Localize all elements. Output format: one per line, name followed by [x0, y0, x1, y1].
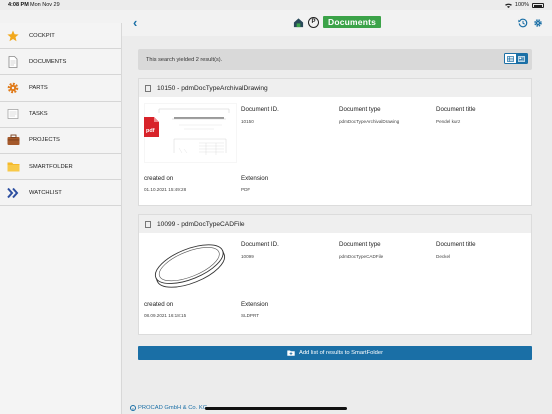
- sidebar-item-watchlist[interactable]: WATCHLIST: [0, 180, 121, 207]
- card-header: 10150 - pdmDocTypeArchivalDrawing: [139, 79, 531, 97]
- card-title: 10150 - pdmDocTypeArchivalDrawing: [157, 84, 268, 92]
- battery-percent: 100%: [514, 2, 529, 8]
- home-icon[interactable]: [293, 17, 304, 28]
- pdf-drawing-thumbnail[interactable]: pdf: [144, 103, 237, 163]
- nav-title-group: P Documents: [293, 16, 382, 28]
- view-toggle: [504, 53, 528, 64]
- document-id-label: Document ID.: [241, 106, 279, 113]
- home-indicator[interactable]: [205, 407, 347, 410]
- result-card[interactable]: 10099 - pdmDocTypeCADFile Document ID. 1…: [138, 214, 532, 335]
- cad-disc-thumbnail[interactable]: [144, 238, 237, 294]
- add-to-smartfolder-label: Add list of results to SmartFolder: [298, 350, 384, 356]
- sidebar-item-projects[interactable]: PROJECTS: [0, 128, 121, 154]
- pdf-badge-text: pdf: [146, 128, 155, 134]
- sidebar-item-label: SMARTFOLDER: [29, 163, 73, 170]
- back-button[interactable]: ‹: [133, 16, 145, 30]
- sidebar-item-cockpit[interactable]: COCKPIT: [0, 23, 121, 50]
- add-to-smartfolder-button[interactable]: Add list of results to SmartFolder: [138, 346, 532, 360]
- document-type-label: Document type: [339, 106, 381, 113]
- folder-icon: [6, 160, 20, 174]
- document-icon: [6, 55, 20, 69]
- extension-label: Extension: [241, 301, 269, 308]
- grid-list-icon: [507, 55, 514, 62]
- sidebar-item-label: WATCHLIST: [29, 189, 62, 196]
- result-card[interactable]: 10150 - pdmDocTypeArchivalDrawing pdf Do…: [138, 78, 532, 206]
- folder-plus-icon: [287, 350, 295, 356]
- double-chevron-icon: [6, 186, 20, 200]
- status-bar: 4:08 PM Mon Nov 29 100%: [0, 0, 552, 10]
- nav-actions: [518, 18, 543, 28]
- sidebar-item-label: TASKS: [29, 111, 48, 118]
- sidebar-item-smartfolder[interactable]: SMARTFOLDER: [0, 154, 121, 181]
- status-date: Mon Nov 29: [30, 2, 60, 8]
- sidebar-item-documents[interactable]: DOCUMENTS: [0, 49, 121, 76]
- battery-icon: [532, 2, 544, 8]
- history-icon[interactable]: [518, 18, 528, 28]
- extension-value: SLDPRT: [241, 313, 260, 318]
- gear-icon: [6, 81, 20, 95]
- sidebar-item-tasks[interactable]: TASKS: [0, 102, 121, 128]
- document-type-label: Document type: [339, 241, 381, 248]
- document-type-value: pdmDocTypeArchivalDrawing: [339, 119, 400, 124]
- page-title: Documents: [323, 16, 382, 28]
- created-on-label: created on: [144, 301, 174, 308]
- sidebar-item-label: COCKPIT: [29, 32, 55, 39]
- document-id-value: 10099: [241, 254, 254, 259]
- sidebar-item-label: DOCUMENTS: [29, 58, 67, 65]
- created-on-value: 01.10.2021 15:49:28: [144, 187, 187, 192]
- briefcase-icon: [6, 133, 20, 147]
- document-title-value: Deckel: [436, 254, 451, 259]
- status-right: 100%: [504, 2, 544, 8]
- card-view-button[interactable]: [516, 54, 527, 63]
- created-on-label: created on: [144, 175, 174, 182]
- p-circle-icon[interactable]: P: [308, 16, 319, 28]
- result-summary-text: This search yielded 2 result(s).: [146, 57, 223, 63]
- document-icon: [145, 84, 151, 92]
- pdf-file-icon: pdf: [144, 117, 159, 137]
- card-header: 10099 - pdmDocTypeCADFile: [139, 215, 531, 233]
- sidebar-item-parts[interactable]: PARTS: [0, 75, 121, 102]
- document-id-value: 10150: [241, 119, 254, 124]
- sidebar-item-label: PARTS: [29, 84, 48, 91]
- copyright-text: PROCAD GmbH & Co. KG: [138, 405, 208, 411]
- main-content: This search yielded 2 result(s). 10150 -…: [123, 36, 552, 400]
- card-view-icon: [518, 55, 525, 62]
- extension-label: Extension: [241, 175, 269, 182]
- footer: c PROCAD GmbH & Co. KG: [130, 405, 207, 411]
- copyright-icon: c: [130, 405, 136, 411]
- sidebar: COCKPIT DOCUMENTS PARTS TASKS PROJECTS S…: [0, 23, 122, 414]
- extension-value: PDF: [241, 187, 251, 192]
- result-summary-bar: This search yielded 2 result(s).: [138, 49, 532, 70]
- document-title-label: Document title: [436, 241, 476, 248]
- star-icon: [6, 29, 20, 43]
- document-title-value: Pendel kurz: [436, 119, 461, 124]
- tasks-icon: [6, 107, 20, 121]
- status-time: 4:08 PM: [8, 2, 29, 8]
- document-id-label: Document ID.: [241, 241, 279, 248]
- wifi-icon: [504, 3, 512, 8]
- sidebar-item-label: PROJECTS: [29, 137, 60, 144]
- created-on-value: 08.09.2021 16:18:15: [144, 313, 187, 318]
- list-view-button[interactable]: [505, 54, 516, 63]
- card-title: 10099 - pdmDocTypeCADFile: [157, 220, 245, 228]
- document-type-value: pdmDocTypeCADFile: [339, 254, 384, 259]
- settings-gear-icon[interactable]: [533, 18, 543, 28]
- document-title-label: Document title: [436, 106, 476, 113]
- document-icon: [145, 220, 151, 228]
